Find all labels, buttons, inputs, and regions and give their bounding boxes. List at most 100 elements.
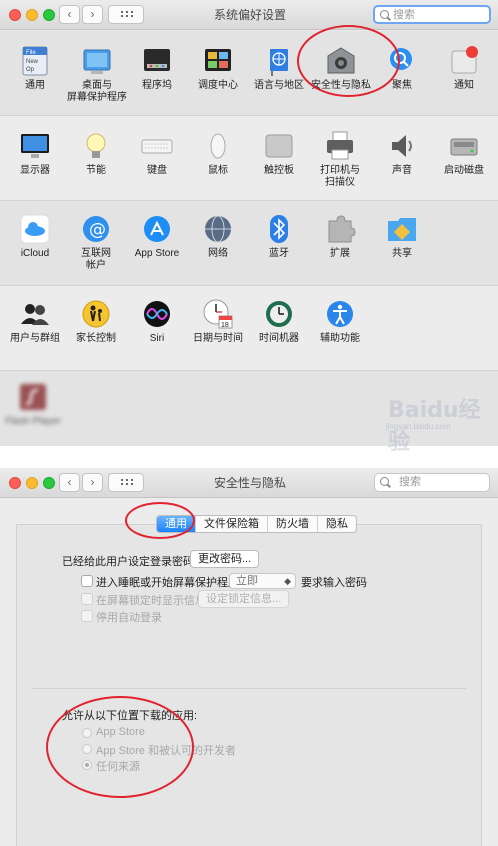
pref-icloud[interactable]: iCloud (5, 213, 65, 260)
pref-dock[interactable]: 程序坞 (127, 45, 187, 92)
show-all-button[interactable] (108, 473, 144, 492)
pref-displays[interactable]: 显示器 (5, 130, 65, 177)
pref-general[interactable]: File New Op 通用 (5, 45, 65, 92)
forward-button[interactable]: › (82, 473, 103, 492)
minimize-window-button[interactable] (26, 9, 38, 21)
pref-row-4: 用户与群组 家长控制 Siri 18 日期与时间 时间机器 辅助功能 (0, 286, 498, 370)
minimize-window-button[interactable] (26, 477, 38, 489)
source-label-identified-developers: App Store 和被认可的开发者 (96, 745, 236, 757)
close-window-button[interactable] (9, 477, 21, 489)
chevron-updown-icon: ◆ (284, 576, 291, 586)
pref-notifications[interactable]: 通知 (434, 45, 494, 92)
pref-startup-disk[interactable]: 启动磁盘 (434, 130, 494, 177)
pref-language-region[interactable]: 语言与地区 (249, 45, 309, 92)
pref-flash-player[interactable]: Flash Player (3, 381, 63, 428)
trackpad-icon (263, 130, 295, 162)
pref-date-time[interactable]: 18 日期与时间 (188, 298, 248, 345)
date-time-icon: 18 (202, 298, 234, 330)
network-icon (202, 213, 234, 245)
svg-text:Op: Op (26, 67, 35, 73)
pref-row-2: 显示器 节能 键盘 鼠标 触控板 打印机与 扫描仪 声音 启动磁盘 (0, 116, 498, 200)
pref-sound[interactable]: 声音 (372, 130, 432, 177)
disable-autologin-label: 停用自动登录 (96, 612, 162, 624)
pref-extensions[interactable]: 扩展 (310, 213, 370, 260)
sharing-icon (386, 213, 418, 245)
chevron-right-icon: › (90, 7, 95, 21)
pref-keyboard[interactable]: 键盘 (127, 130, 187, 177)
change-password-button[interactable]: 更改密码... (190, 550, 260, 568)
show-all-button[interactable] (108, 5, 144, 24)
pref-internet-accounts[interactable]: @ 互联网 帐户 (66, 213, 126, 272)
pref-parental-controls[interactable]: 家长控制 (66, 298, 126, 345)
chevron-right-icon: › (90, 475, 95, 489)
source-radio-identified-developers[interactable] (82, 744, 92, 754)
search-input[interactable]: 搜索 (373, 5, 491, 24)
pref-time-machine[interactable]: 时间机器 (249, 298, 309, 345)
pref-siri[interactable]: Siri (127, 298, 187, 345)
pref-accessibility[interactable]: 辅助功能 (310, 298, 370, 345)
pref-sharing[interactable]: 共享 (372, 213, 432, 260)
pref-app-store[interactable]: App Store (127, 213, 187, 260)
search-input[interactable]: 搜索 (374, 473, 490, 492)
internet-accounts-icon: @ (80, 213, 112, 245)
desktop-screensaver-icon (81, 45, 113, 77)
disable-autologin-checkbox[interactable] (81, 610, 93, 622)
baidu-watermark-url: jingyan.baidu.com (386, 422, 451, 431)
startup-disk-icon (448, 130, 480, 162)
pref-security-privacy[interactable]: 安全性与隐私 (309, 45, 373, 92)
source-radio-app-store[interactable] (82, 728, 92, 738)
pref-row-1: File New Op 通用 桌面与 屏幕保护程序 程序坞 调度中心 语言与地区… (0, 31, 498, 115)
require-password-checkbox[interactable] (81, 575, 93, 587)
lock-message-label: 在屏幕锁定时显示信息 (96, 595, 206, 607)
titlebar: ‹ › 安全性与隐私 搜索 (0, 468, 498, 498)
flash-player-icon (17, 381, 49, 413)
source-radio-anywhere[interactable] (82, 760, 92, 770)
back-button[interactable]: ‹ (59, 473, 80, 492)
divider (32, 688, 466, 689)
pref-energy-saver[interactable]: 节能 (66, 130, 126, 177)
tab-firewall[interactable]: 防火墙 (268, 516, 318, 532)
window-title: 安全性与隐私 (213, 476, 286, 490)
mouse-icon (202, 130, 234, 162)
tab-filevault[interactable]: 文件保险箱 (196, 516, 268, 532)
security-privacy-icon (325, 45, 357, 77)
icloud-icon (19, 213, 51, 245)
tab-privacy[interactable]: 隐私 (318, 516, 356, 532)
pref-users-groups[interactable]: 用户与群组 (5, 298, 65, 345)
security-privacy-window: ‹ › 安全性与隐私 搜索 通用 文件保险箱 防火墙 隐私 已经给此用户设定登录… (0, 468, 498, 846)
pref-bluetooth[interactable]: 蓝牙 (249, 213, 309, 260)
bluetooth-icon (263, 213, 295, 245)
printers-scanners-icon (324, 130, 356, 162)
tab-bar: 通用 文件保险箱 防火墙 隐私 (156, 515, 357, 533)
titlebar: ‹ › 系统偏好设置 搜索 (0, 0, 498, 30)
back-button[interactable]: ‹ (59, 5, 80, 24)
pref-mouse[interactable]: 鼠标 (188, 130, 248, 177)
pref-spotlight[interactable]: 聚焦 (372, 45, 432, 92)
system-preferences-window: ‹ › 系统偏好设置 搜索 FileNewOp 通用 桌面与 屏幕保护程序 (0, 0, 498, 455)
pref-network[interactable]: 网络 (188, 213, 248, 260)
zoom-window-button[interactable] (43, 477, 55, 489)
siri-icon (141, 298, 173, 330)
svg-text:18: 18 (221, 322, 229, 329)
window-title: 系统偏好设置 (213, 8, 286, 22)
tab-general[interactable]: 通用 (157, 516, 196, 532)
allow-apps-heading: 允许从以下位置下载的应用: (62, 710, 198, 722)
pref-desktop-screensaver[interactable]: 桌面与 屏幕保护程序 (66, 45, 128, 104)
pref-mission-control[interactable]: 调度中心 (188, 45, 248, 92)
set-lock-message-button[interactable]: 设定锁定信息... (198, 590, 290, 608)
forward-button[interactable]: › (82, 5, 103, 24)
search-icon (380, 477, 389, 486)
require-password-delay-select[interactable]: 立即 ◆ (229, 573, 296, 589)
pref-printers-scanners[interactable]: 打印机与 扫描仪 (310, 130, 370, 189)
accessibility-icon (324, 298, 356, 330)
search-icon (380, 10, 389, 19)
close-window-button[interactable] (9, 9, 21, 21)
parental-controls-icon (80, 298, 112, 330)
zoom-window-button[interactable] (43, 9, 55, 21)
sound-icon (386, 130, 418, 162)
energy-saver-icon (80, 130, 112, 162)
pref-trackpad[interactable]: 触控板 (249, 130, 309, 177)
lock-message-checkbox[interactable] (81, 593, 93, 605)
displays-icon (19, 130, 51, 162)
extensions-icon (324, 213, 356, 245)
